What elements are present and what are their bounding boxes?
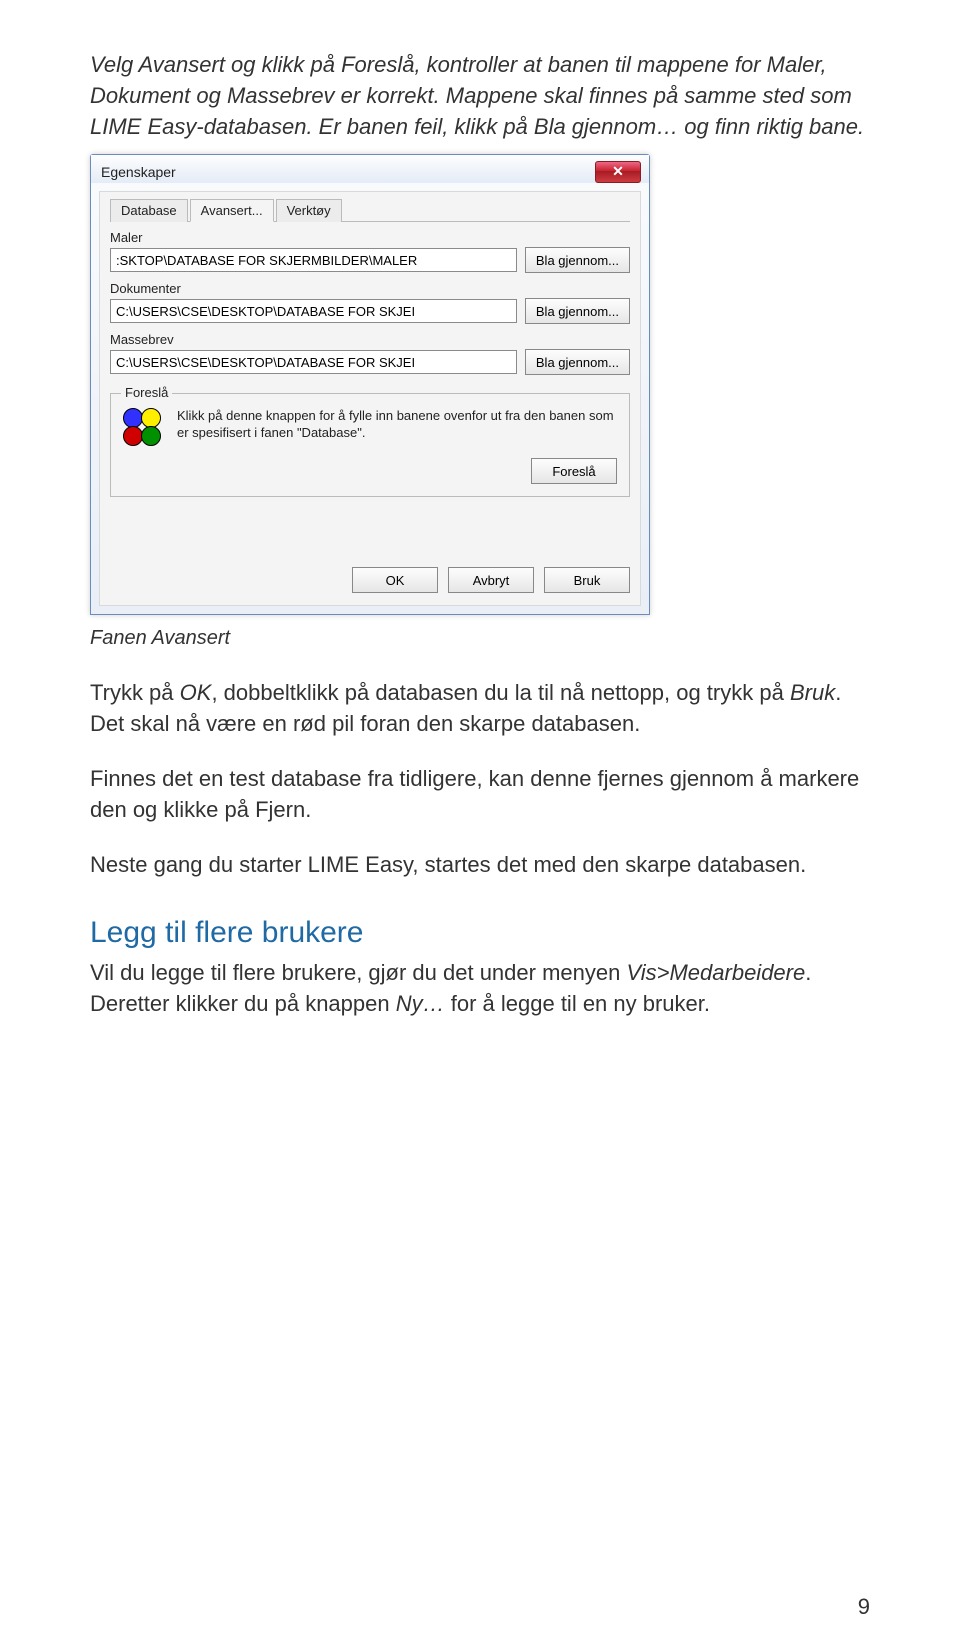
massebrev-input[interactable] (110, 350, 517, 374)
ok-button[interactable]: OK (352, 567, 438, 593)
tab-database[interactable]: Database (110, 199, 188, 222)
dialog-title: Egenskaper (101, 164, 176, 180)
foresla-description: Klikk på denne knappen for å fylle inn b… (177, 408, 617, 442)
tab-verktoy[interactable]: Verktøy (276, 199, 342, 222)
foresla-groupbox: Foreslå Klikk på denne knappen for å fyl… (110, 393, 630, 497)
intro-text: Velg Avansert og klikk på Foreslå, kontr… (90, 52, 864, 139)
maler-row: Bla gjennom... (110, 247, 630, 273)
dialog-button-bar: OK Avbryt Bruk (110, 567, 630, 593)
tab-avansert[interactable]: Avansert... (190, 199, 274, 222)
p4-a: Vil du legge til flere brukere, gjør du … (90, 960, 626, 985)
p1-b: , dobbeltklikk på databasen du la til nå… (211, 680, 790, 705)
p1-ok: OK (180, 680, 212, 705)
dialog-window: Egenskaper ✕ Database Avansert... Verktø… (90, 154, 650, 615)
p4-menu: Vis>Medarbeidere (626, 960, 805, 985)
paragraph-ok-bruk: Trykk på OK, dobbeltklikk på databasen d… (90, 678, 870, 740)
intro-paragraph: Velg Avansert og klikk på Foreslå, kontr… (90, 50, 870, 142)
dokumenter-label: Dokumenter (110, 281, 630, 296)
dialog-titlebar: Egenskaper ✕ (91, 155, 649, 183)
p4-ny: Ny… (396, 991, 445, 1016)
massebrev-browse-button[interactable]: Bla gjennom... (525, 349, 630, 375)
paragraph-neste-gang: Neste gang du starter LIME Easy, startes… (90, 850, 870, 881)
dokumenter-input[interactable] (110, 299, 517, 323)
balls-icon (123, 408, 165, 450)
cancel-button[interactable]: Avbryt (448, 567, 534, 593)
massebrev-label: Massebrev (110, 332, 630, 347)
maler-label: Maler (110, 230, 630, 245)
foresla-button-row: Foreslå (123, 458, 617, 484)
foresla-button[interactable]: Foreslå (531, 458, 617, 484)
page-number: 9 (858, 1594, 870, 1620)
close-icon: ✕ (612, 163, 624, 179)
p4-c: for å legge til en ny bruker. (445, 991, 710, 1016)
dialog-body: Database Avansert... Verktøy Maler Bla g… (99, 191, 641, 606)
dokumenter-browse-button[interactable]: Bla gjennom... (525, 298, 630, 324)
massebrev-row: Bla gjennom... (110, 349, 630, 375)
p1-bruk: Bruk (790, 680, 835, 705)
dokumenter-row: Bla gjennom... (110, 298, 630, 324)
paragraph-test-db: Finnes det en test database fra tidliger… (90, 764, 870, 826)
foresla-legend: Foreslå (121, 385, 172, 400)
p1-a: Trykk på (90, 680, 180, 705)
close-button[interactable]: ✕ (595, 161, 641, 183)
maler-browse-button[interactable]: Bla gjennom... (525, 247, 630, 273)
apply-button[interactable]: Bruk (544, 567, 630, 593)
paragraph-flere-brukere: Vil du legge til flere brukere, gjør du … (90, 958, 870, 1020)
heading-legg-til-flere-brukere: Legg til flere brukere (90, 916, 870, 950)
tab-strip: Database Avansert... Verktøy (110, 198, 630, 222)
figure-caption: Fanen Avansert (90, 627, 870, 650)
foresla-content: Klikk på denne knappen for å fylle inn b… (123, 408, 617, 450)
maler-input[interactable] (110, 248, 517, 272)
properties-dialog-screenshot: Egenskaper ✕ Database Avansert... Verktø… (90, 154, 650, 619)
